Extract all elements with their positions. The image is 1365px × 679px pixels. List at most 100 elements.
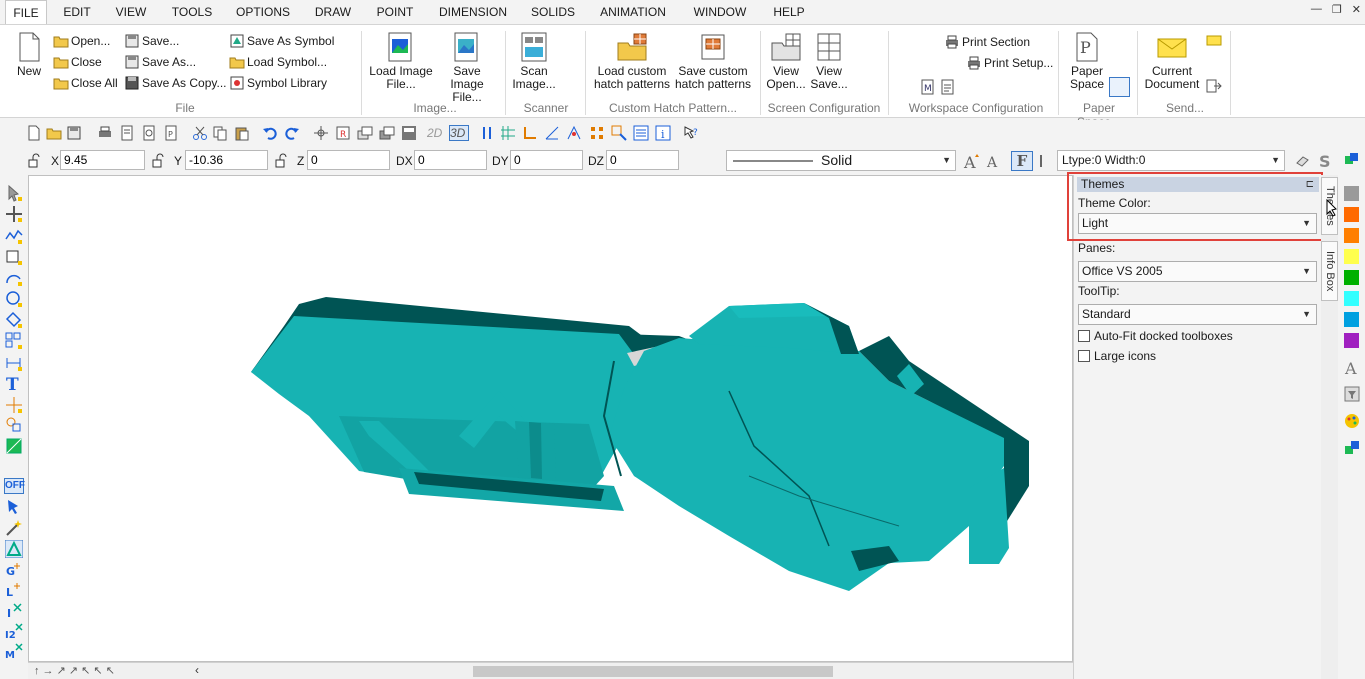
symbol-library-button[interactable]: Symbol Library	[229, 74, 327, 92]
color-swatch-purple[interactable]	[1344, 333, 1359, 348]
color-swatch-green[interactable]	[1344, 270, 1359, 285]
load-symbol-button[interactable]: Load Symbol...	[229, 53, 327, 71]
dimension-icon[interactable]	[5, 354, 23, 372]
save-image-file-button[interactable]: Save Image File...	[435, 31, 499, 104]
checkbox-box[interactable]	[1078, 330, 1090, 342]
array-icon[interactable]	[5, 332, 23, 350]
print-icon[interactable]	[97, 125, 113, 141]
arc-icon[interactable]	[5, 269, 23, 287]
zoom-page-icon[interactable]	[141, 125, 157, 141]
scan-image-button[interactable]: Scan Image...	[510, 31, 558, 91]
hatch-icon[interactable]	[5, 437, 23, 455]
snap-points-icon[interactable]	[589, 125, 605, 141]
print-preview-icon[interactable]	[119, 125, 135, 141]
y-coordinate-input[interactable]	[185, 150, 268, 170]
color-swatch-yellow[interactable]	[1344, 249, 1359, 264]
redo-icon[interactable]	[284, 125, 300, 141]
mode-2d-button[interactable]: 2D	[427, 125, 447, 141]
orthogonal-icon[interactable]	[522, 125, 538, 141]
copy-icon[interactable]	[212, 125, 228, 141]
text-shrink-icon[interactable]: A	[985, 152, 1003, 170]
help-pointer-icon[interactable]: ?	[683, 125, 699, 141]
info-icon[interactable]: i	[655, 125, 671, 141]
line-weight-icon[interactable]	[1038, 153, 1054, 169]
restore-icon[interactable]: ❐	[1332, 3, 1342, 16]
lock-x-icon[interactable]	[27, 153, 43, 169]
menu-animation[interactable]: ANIMATION	[592, 0, 674, 24]
drawing-canvas[interactable]	[28, 175, 1073, 662]
select-arrow-icon[interactable]	[5, 184, 23, 202]
text-style-icon[interactable]: A	[1343, 358, 1361, 376]
open-folder-icon[interactable]	[46, 125, 62, 141]
send-mail-small-icon[interactable]	[1206, 33, 1222, 47]
paper-space-button[interactable]: P Paper Space	[1066, 31, 1108, 91]
x-coordinate-input[interactable]	[60, 150, 145, 170]
triangle-snap-icon[interactable]	[5, 540, 23, 558]
menu-help[interactable]: HELP	[766, 0, 812, 24]
layers-icon[interactable]	[357, 125, 373, 141]
paper-space-toggle[interactable]	[1109, 77, 1130, 97]
large-icons-checkbox[interactable]: Large icons	[1078, 348, 1156, 364]
send-export-icon[interactable]	[1206, 78, 1222, 94]
tooltip-select[interactable]: Standard ▼	[1078, 304, 1317, 325]
lock-y-icon[interactable]	[151, 153, 167, 169]
menu-draw[interactable]: DRAW	[306, 0, 360, 24]
redraw-icon[interactable]: R	[335, 125, 351, 141]
color-swatch-gray[interactable]	[1344, 186, 1359, 201]
save-as-copy-button[interactable]: Save As Copy...	[124, 74, 227, 92]
properties-icon[interactable]	[401, 125, 417, 141]
menu-view[interactable]: VIEW	[108, 0, 154, 24]
new-button[interactable]: New	[12, 31, 46, 78]
menu-window[interactable]: WINDOW	[684, 0, 756, 24]
view-save-button[interactable]: View Save...	[808, 31, 850, 91]
view-open-button[interactable]: View Open...	[764, 31, 808, 91]
load-image-file-button[interactable]: Load Image File...	[368, 31, 434, 91]
open-button[interactable]: Open...	[53, 32, 110, 50]
panes-select[interactable]: Office VS 2005 ▼	[1078, 261, 1317, 282]
menu-dimension[interactable]: DIMENSION	[432, 0, 514, 24]
grid-snap-icon[interactable]: G	[5, 561, 23, 579]
eraser-icon[interactable]	[1295, 153, 1311, 169]
tab-info-box[interactable]: Info Box	[1321, 241, 1338, 301]
horizontal-scrollbar[interactable]	[473, 666, 833, 677]
lock-z-icon[interactable]	[274, 153, 290, 169]
line-style-select[interactable]: Solid ▼	[726, 150, 956, 171]
mode-3d-button[interactable]: 3D	[449, 125, 469, 141]
close-icon[interactable]: ✕	[1352, 3, 1361, 16]
ltype-width-select[interactable]: Ltype:0 Width:0 ▼	[1057, 150, 1285, 171]
save-button[interactable]: Save...	[124, 32, 179, 50]
save-as-button[interactable]: Save As...	[124, 53, 196, 71]
middle-snap-icon[interactable]: M	[5, 642, 23, 660]
close-all-button[interactable]: Close All	[53, 74, 118, 92]
snap-i2-icon[interactable]: I2	[5, 622, 23, 640]
palette-icon[interactable]	[1343, 412, 1361, 430]
menu-edit[interactable]: EDIT	[55, 0, 99, 24]
text-tool-icon[interactable]: T	[5, 374, 23, 392]
color-swatch-orange[interactable]	[1344, 207, 1359, 222]
autofit-checkbox[interactable]: Auto-Fit docked toolboxes	[1078, 328, 1233, 344]
point-icon[interactable]	[5, 396, 23, 414]
undo-icon[interactable]	[262, 125, 278, 141]
snap-grid-icon[interactable]	[500, 125, 516, 141]
close-button[interactable]: Close	[53, 53, 102, 71]
magic-wand-icon[interactable]	[5, 519, 23, 537]
select-window-icon[interactable]	[611, 125, 627, 141]
paste-icon[interactable]	[234, 125, 250, 141]
polyline-icon[interactable]	[5, 227, 23, 245]
menu-point[interactable]: POINT	[368, 0, 422, 24]
print-setup-button[interactable]: Print Setup...	[966, 54, 1053, 72]
dz-input[interactable]	[606, 150, 679, 170]
direction-arrows-icon[interactable]: ↑ → ↗ ↗ ↖ ↖ ↖	[34, 664, 115, 677]
menu-file[interactable]: FILE	[5, 0, 47, 24]
menu-solids[interactable]: SOLIDS	[524, 0, 582, 24]
rectangle-icon[interactable]	[5, 248, 23, 266]
text-grow-icon[interactable]: A	[963, 152, 981, 170]
scroll-left-icon[interactable]: ‹	[195, 663, 199, 677]
print-section-button[interactable]: Print Section	[944, 33, 1030, 51]
layers-manager-icon[interactable]	[1344, 151, 1360, 167]
save-custom-hatch-button[interactable]: Save custom hatch patterns	[673, 31, 753, 91]
minimize-icon[interactable]: —	[1311, 3, 1322, 16]
snap-off-toggle[interactable]: OFF	[4, 478, 25, 494]
z-coordinate-input[interactable]	[307, 150, 390, 170]
filter-icon[interactable]	[1343, 385, 1361, 403]
